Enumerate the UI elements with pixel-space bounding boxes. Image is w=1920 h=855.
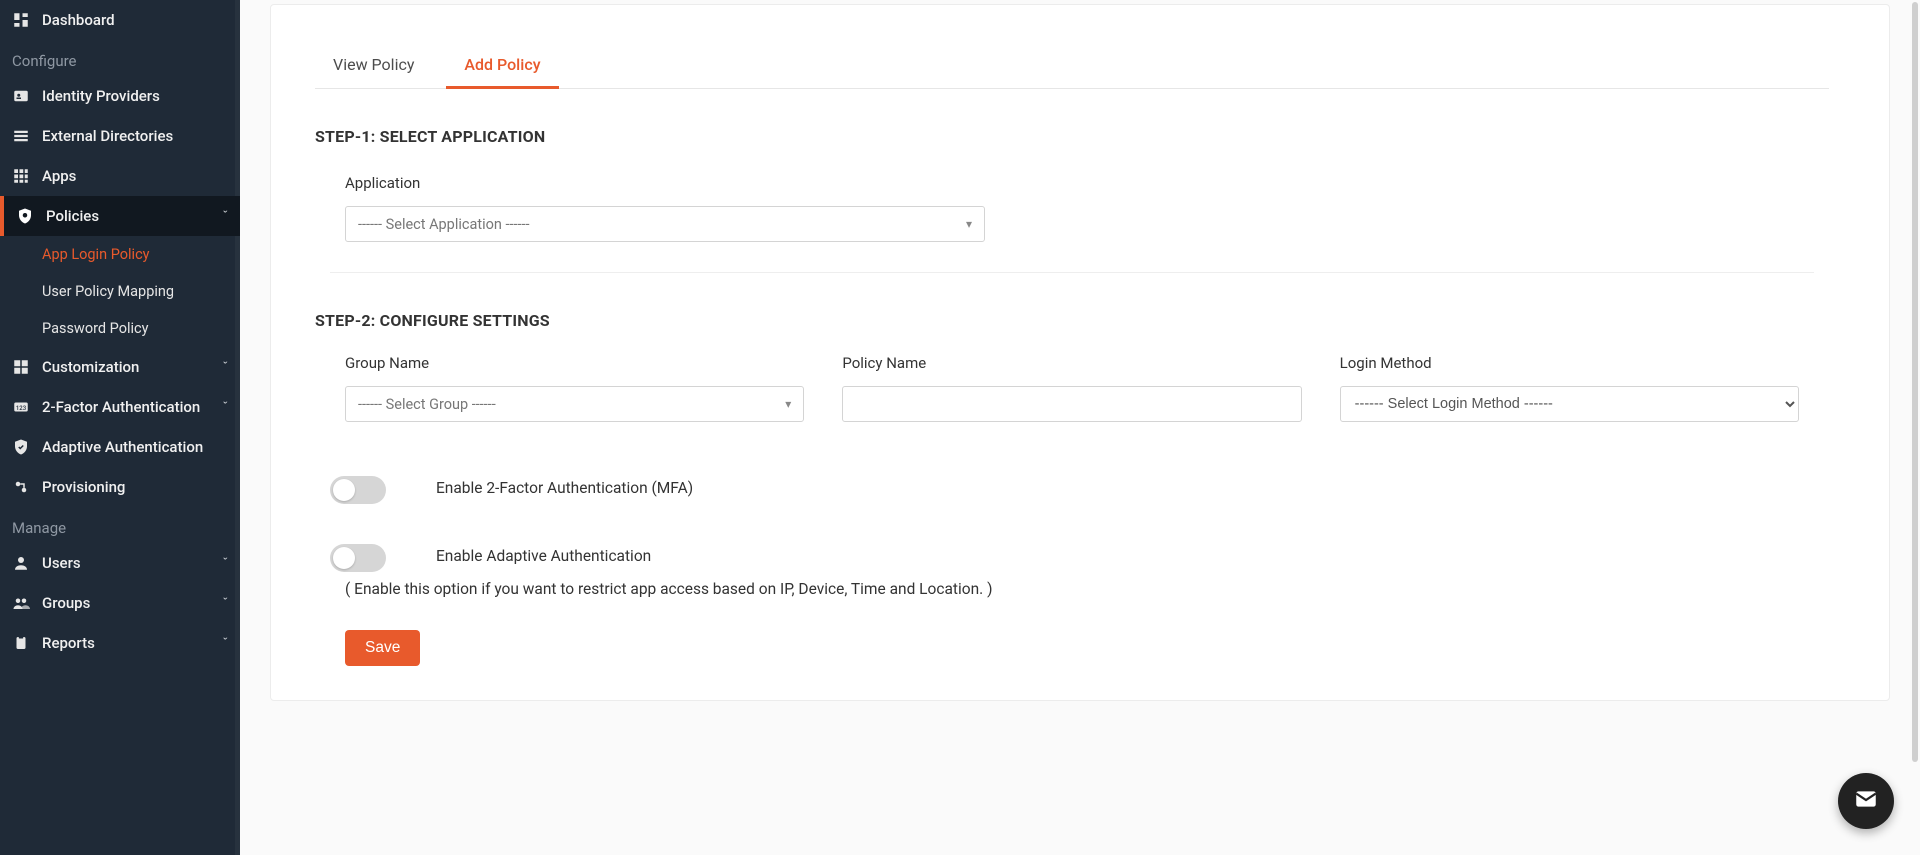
shield-check-icon [12, 438, 30, 456]
policy-tabs: View Policy Add Policy [315, 45, 1829, 89]
sidebar-sub-password-policy[interactable]: Password Policy [0, 310, 240, 347]
sidebar: Dashboard Configure Identity Providers E… [0, 0, 240, 855]
chevron-down-icon: ˇ [223, 636, 229, 650]
step1-title: STEP-1: SELECT APPLICATION [315, 127, 1829, 146]
application-label: Application [345, 174, 985, 192]
sidebar-sub-app-login-policy[interactable]: App Login Policy [0, 236, 240, 273]
shield-policy-icon [16, 207, 34, 225]
sidebar-item-identity-providers[interactable]: Identity Providers [0, 76, 240, 116]
sidebar-item-label: Identity Providers [42, 87, 160, 105]
sidebar-item-label: Adaptive Authentication [42, 438, 203, 456]
policy-name-input-wrap [842, 386, 1301, 422]
sidebar-sub-user-policy-mapping[interactable]: User Policy Mapping [0, 273, 240, 310]
tab-view-policy[interactable]: View Policy [315, 45, 432, 86]
sidebar-section-configure: Configure [0, 40, 240, 76]
group-name-label: Group Name [345, 354, 804, 372]
group-name-select-value: ------ Select Group ------ [358, 396, 496, 413]
sidebar-section-manage: Manage [0, 507, 240, 543]
login-method-label: Login Method [1340, 354, 1799, 372]
chat-fab[interactable] [1838, 773, 1894, 829]
enable-adaptive-toggle[interactable] [330, 544, 386, 572]
policy-name-input[interactable] [855, 387, 1288, 421]
sidebar-item-label: 2-Factor Authentication [42, 398, 200, 416]
sidebar-item-provisioning[interactable]: Provisioning [0, 467, 240, 507]
login-method-select[interactable]: ------ Select Login Method ------ [1340, 386, 1799, 422]
apps-grid-icon [12, 167, 30, 185]
id-card-icon [12, 87, 30, 105]
enable-mfa-label: Enable 2-Factor Authentication (MFA) [436, 476, 693, 501]
enable-adaptive-label: Enable Adaptive Authentication [436, 544, 1076, 569]
sidebar-item-label: Users [42, 554, 81, 572]
provisioning-icon [12, 478, 30, 496]
sidebar-item-external-directories[interactable]: External Directories [0, 116, 240, 156]
chevron-down-icon: ▾ [785, 397, 791, 411]
group-icon [12, 594, 30, 612]
sidebar-item-label: Dashboard [42, 11, 115, 29]
sidebar-item-label: Apps [42, 167, 76, 185]
sidebar-item-apps[interactable]: Apps [0, 156, 240, 196]
list-icon [12, 127, 30, 145]
chevron-down-icon: ˇ [223, 596, 229, 610]
save-button[interactable]: Save [345, 630, 420, 666]
tab-add-policy[interactable]: Add Policy [446, 45, 558, 89]
policy-card: View Policy Add Policy STEP-1: SELECT AP… [270, 4, 1890, 701]
sidebar-item-customization[interactable]: Customization ˇ [0, 347, 240, 387]
customize-icon [12, 358, 30, 376]
group-name-select[interactable]: ------ Select Group ------ ▾ [345, 386, 804, 422]
application-select[interactable]: ------ Select Application ------ ▾ [345, 206, 985, 242]
chevron-down-icon: ˇ [223, 400, 229, 414]
enable-mfa-toggle[interactable] [330, 476, 386, 504]
enable-adaptive-help: ( Enable this option if you want to rest… [315, 580, 1075, 598]
scrollbar-thumb[interactable] [1912, 2, 1918, 762]
sidebar-item-label: Reports [42, 634, 95, 652]
chevron-down-icon: ˇ [223, 360, 229, 374]
clipboard-icon [12, 634, 30, 652]
mail-icon [1853, 786, 1879, 816]
user-icon [12, 554, 30, 572]
step2-title: STEP-2: CONFIGURE SETTINGS [315, 311, 1829, 330]
chevron-down-icon: ▾ [966, 217, 972, 231]
sidebar-item-adaptive-auth[interactable]: Adaptive Authentication [0, 427, 240, 467]
main-content: View Policy Add Policy STEP-1: SELECT AP… [240, 0, 1920, 855]
sidebar-item-groups[interactable]: Groups ˇ [0, 583, 240, 623]
sidebar-item-users[interactable]: Users ˇ [0, 543, 240, 583]
chevron-down-icon: ˇ [223, 556, 229, 570]
sidebar-item-policies[interactable]: Policies ˇ [0, 196, 240, 236]
divider [330, 272, 1814, 273]
sidebar-item-reports[interactable]: Reports ˇ [0, 623, 240, 663]
sidebar-item-label: Groups [42, 594, 90, 612]
sidebar-item-2fa[interactable]: 123 2-Factor Authentication ˇ [0, 387, 240, 427]
svg-text:123: 123 [16, 405, 27, 412]
sidebar-item-dashboard[interactable]: Dashboard [0, 0, 240, 40]
dashboard-icon [12, 11, 30, 29]
application-select-value: ------ Select Application ------ [358, 216, 530, 233]
policy-name-label: Policy Name [842, 354, 1301, 372]
two-factor-icon: 123 [12, 398, 30, 416]
chevron-down-icon: ˇ [223, 209, 229, 223]
sidebar-item-label: Customization [42, 358, 139, 376]
sidebar-item-label: Policies [46, 207, 99, 225]
sidebar-item-label: External Directories [42, 127, 173, 145]
sidebar-item-label: Provisioning [42, 478, 125, 496]
page-scrollbar[interactable] [1910, 0, 1918, 855]
